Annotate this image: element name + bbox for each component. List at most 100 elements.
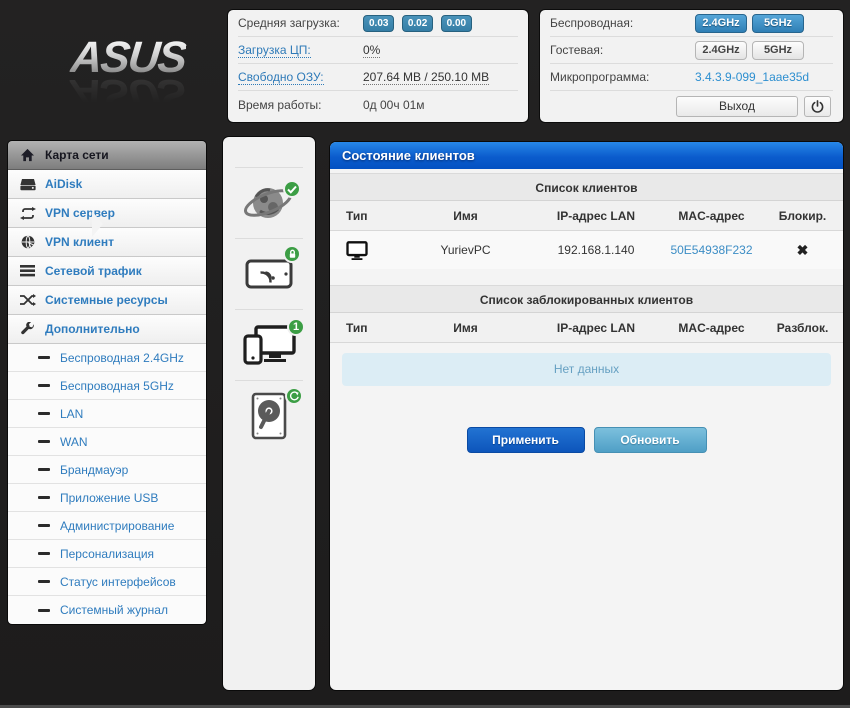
page-background: ASUS ASUS Средняя загрузка: 0.03 0.02 0.… bbox=[0, 0, 850, 708]
uptime-value: 0д 00ч 01м bbox=[363, 97, 425, 112]
sidebar-item-network-traffic[interactable]: Сетевой трафик bbox=[8, 257, 206, 286]
wireless-5ghz-button[interactable]: 5GHz bbox=[752, 13, 804, 33]
sidebar-item-network-map[interactable]: Карта сети bbox=[8, 141, 206, 170]
sidebar-item-aidisk[interactable]: AiDisk bbox=[8, 170, 206, 199]
guest-5ghz-button[interactable]: 5GHz bbox=[752, 40, 804, 60]
sidebar-item-label: Сетевой трафик bbox=[45, 264, 142, 278]
cpu-load-link[interactable]: Загрузка ЦП: bbox=[238, 43, 311, 58]
dash-icon bbox=[38, 580, 50, 583]
sidebar-item-label: AiDisk bbox=[45, 177, 83, 191]
col-type: Тип bbox=[346, 320, 368, 335]
sidebar-subitem-label: Статус интерфейсов bbox=[60, 574, 176, 589]
dash-icon bbox=[38, 496, 50, 499]
actions-row: Применить Обновить bbox=[330, 427, 843, 453]
block-client-button[interactable]: ✖ bbox=[797, 242, 809, 258]
col-mac: MAC-адрес bbox=[678, 208, 745, 223]
router-lock-badge bbox=[283, 245, 301, 263]
free-ram-value: 207.64 MB / 250.10 MB bbox=[363, 69, 490, 85]
sidebar-subitem-label: Беспроводная 5GHz bbox=[60, 378, 174, 393]
home-icon bbox=[19, 148, 36, 162]
sidebar-nav: Карта сети AiDisk VPN сервер VPN клиент … bbox=[8, 141, 206, 624]
sidebar-subitem-system-log[interactable]: Системный журнал bbox=[8, 596, 206, 624]
sidebar-subitem-lan[interactable]: LAN bbox=[8, 400, 206, 428]
system-stats-panel: Средняя загрузка: 0.03 0.02 0.00 Загрузк… bbox=[228, 10, 528, 122]
sidebar-subitem-firewall[interactable]: Брандмауэр bbox=[8, 456, 206, 484]
disk-icon bbox=[19, 178, 36, 191]
logout-button[interactable]: Выход bbox=[676, 95, 798, 117]
load-badge-1m: 0.03 bbox=[363, 14, 395, 32]
sidebar-subitem-personalization[interactable]: Персонализация bbox=[8, 540, 206, 568]
repeat-arrows-icon bbox=[19, 206, 36, 220]
sidebar-subitem-label: LAN bbox=[60, 406, 84, 421]
dash-icon bbox=[38, 552, 50, 555]
wireless-panel: Беспроводная: 2.4GHz 5GHz Гостевая: 2.4G… bbox=[540, 10, 843, 122]
client-name-cell: YurievPC bbox=[440, 243, 491, 257]
load-badge-15m: 0.00 bbox=[440, 14, 473, 32]
session-row: Выход bbox=[550, 91, 833, 121]
sidebar-subitem-label: Беспроводная 2.4GHz bbox=[60, 350, 184, 365]
asus-logo: ASUS ASUS bbox=[48, 33, 208, 119]
sidebar-subitem-wireless-24ghz[interactable]: Беспроводная 2.4GHz bbox=[8, 344, 206, 372]
power-icon bbox=[811, 99, 824, 113]
shuffle-icon bbox=[19, 294, 36, 306]
free-ram-link[interactable]: Свободно ОЗУ: bbox=[238, 70, 324, 85]
col-unblock: Разблок. bbox=[776, 320, 829, 335]
sidebar-subitem-administration[interactable]: Администрирование bbox=[8, 512, 206, 540]
dash-icon bbox=[38, 468, 50, 471]
clients-status-item[interactable]: 1 bbox=[223, 310, 315, 380]
sidebar-subitem-label: WAN bbox=[60, 434, 88, 449]
sidebar-item-vpn-client[interactable]: VPN клиент bbox=[8, 228, 206, 257]
sidebar-item-system-resources[interactable]: Системные ресурсы bbox=[8, 286, 206, 315]
wireless-label: Беспроводная: bbox=[550, 16, 634, 30]
asus-logo-reflection: ASUS bbox=[68, 70, 188, 119]
blocked-list-heading: Список заблокированных клиентов bbox=[330, 285, 843, 313]
col-ip: IP-адрес LAN bbox=[556, 320, 636, 335]
sidebar-item-vpn-server[interactable]: VPN сервер bbox=[8, 199, 206, 228]
client-mac-link[interactable]: 50E54938F232 bbox=[670, 243, 752, 257]
sidebar-subitem-usb-application[interactable]: Приложение USB bbox=[8, 484, 206, 512]
dash-icon bbox=[38, 384, 50, 387]
col-ip: IP-адрес LAN bbox=[556, 208, 636, 223]
col-mac: MAC-адрес bbox=[678, 320, 745, 335]
internet-status-item[interactable] bbox=[223, 168, 315, 238]
clients-table-header: Тип Имя IP-адрес LAN MAC-адрес Блокир. bbox=[330, 201, 843, 231]
client-type-cell bbox=[330, 240, 400, 260]
sidebar-subitem-label: Приложение USB bbox=[60, 490, 159, 505]
client-ip-cell: 192.168.1.140 bbox=[557, 243, 635, 257]
avg-load-row: Средняя загрузка: 0.03 0.02 0.00 bbox=[238, 10, 518, 37]
firmware-version-link[interactable]: 3.4.3.9-099_1aae35d bbox=[695, 70, 809, 84]
guest-24ghz-button[interactable]: 2.4GHz bbox=[695, 40, 747, 60]
panel-title: Состояние клиентов bbox=[330, 142, 843, 169]
uptime-label: Время работы: bbox=[238, 97, 322, 112]
sidebar-item-label: Дополнительно bbox=[45, 322, 140, 336]
usb-disk-status-item[interactable] bbox=[223, 381, 315, 451]
reboot-button[interactable] bbox=[804, 95, 831, 117]
sidebar-subitem-label: Администрирование bbox=[60, 518, 175, 533]
dash-icon bbox=[38, 412, 50, 415]
guest-row: Гостевая: 2.4GHz 5GHz bbox=[550, 37, 833, 64]
dash-icon bbox=[38, 608, 50, 612]
bars-icon bbox=[19, 265, 36, 277]
sidebar-subitem-wan[interactable]: WAN bbox=[8, 428, 206, 456]
avg-load-label: Средняя загрузка: bbox=[238, 16, 340, 30]
col-block: Блокир. bbox=[778, 208, 827, 223]
sidebar-item-advanced[interactable]: Дополнительно bbox=[8, 315, 206, 344]
sidebar-item-label: VPN клиент bbox=[45, 235, 114, 249]
sidebar-subitem-wireless-5ghz[interactable]: Беспроводная 5GHz bbox=[8, 372, 206, 400]
sidebar-item-label: Системные ресурсы bbox=[45, 293, 168, 307]
sidebar-subitem-interface-status[interactable]: Статус интерфейсов bbox=[8, 568, 206, 596]
refresh-button[interactable]: Обновить bbox=[593, 427, 707, 453]
hdd-icon bbox=[250, 392, 288, 440]
disk-share-badge bbox=[285, 387, 303, 405]
uptime-row: Время работы: 0д 00ч 01м bbox=[238, 91, 518, 118]
wireless-24ghz-button[interactable]: 2.4GHz bbox=[695, 13, 747, 33]
col-name: Имя bbox=[453, 208, 478, 223]
sidebar-subitem-label: Персонализация bbox=[60, 546, 155, 561]
router-status-item[interactable] bbox=[223, 239, 315, 309]
guest-label: Гостевая: bbox=[550, 43, 604, 57]
load-badge-5m: 0.02 bbox=[401, 14, 434, 32]
apply-button[interactable]: Применить bbox=[466, 427, 585, 453]
no-data-message: Нет данных bbox=[342, 353, 831, 386]
network-map-panel: 1 bbox=[223, 137, 315, 690]
cpu-load-row: Загрузка ЦП: 0% bbox=[238, 37, 518, 64]
